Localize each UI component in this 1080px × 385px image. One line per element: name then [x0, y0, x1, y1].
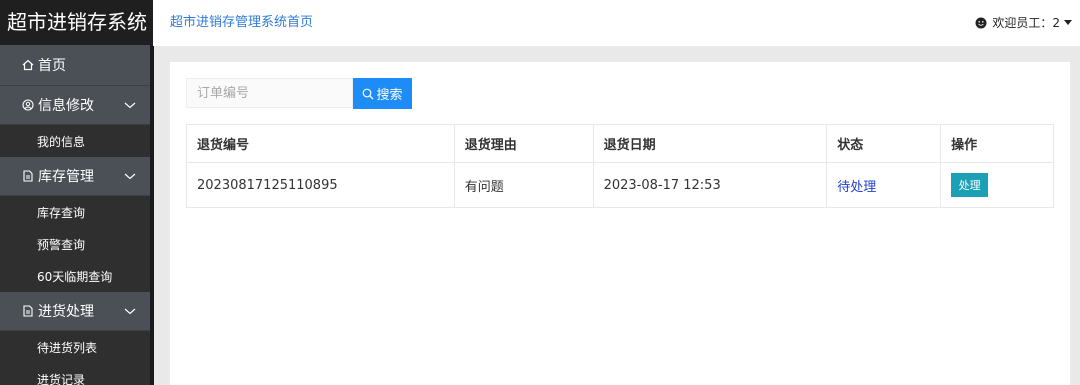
chevron-down-icon: [124, 308, 136, 315]
document-icon: [22, 170, 34, 182]
caret-down-icon: [1064, 19, 1072, 25]
sidebar-item-purchase-records[interactable]: 进货记录: [0, 363, 153, 385]
sidebar-item-stock-query[interactable]: 库存查询: [0, 196, 153, 228]
column-header-action: 操作: [940, 124, 1054, 163]
chevron-down-icon: [124, 102, 136, 109]
sidebar-group-label: 信息修改: [38, 98, 94, 114]
cell-return-id: 20230817125110895: [186, 162, 455, 208]
smiley-icon: [975, 17, 987, 28]
sidebar-item-expiry-query[interactable]: 60天临期查询: [0, 260, 153, 292]
sidebar-group-label: 进货处理: [38, 304, 94, 320]
cell-date: 2023-08-17 12:53: [592, 162, 828, 208]
column-header-date[interactable]: 退货日期: [592, 124, 828, 163]
app-brand: 超市进销存系统: [0, 0, 153, 45]
order-number-search-input[interactable]: [186, 78, 353, 108]
sidebar-group-inventory[interactable]: 库存管理: [0, 157, 153, 196]
process-button[interactable]: 处理: [951, 173, 989, 197]
sidebar-item-home[interactable]: 首页: [0, 45, 153, 86]
table-row: 20230817125110895 有问题 2023-08-17 12:53 待…: [186, 162, 1054, 208]
sidebar-item-pending-purchase[interactable]: 待进货列表: [0, 331, 153, 363]
column-header-return-id[interactable]: 退货编号: [186, 124, 455, 163]
main-card: 搜索 退货编号 退货理由 退货日期 状态 操作 2023081712511089…: [170, 62, 1070, 385]
sidebar-group-label: 库存管理: [38, 169, 94, 185]
table-header-row: 退货编号 退货理由 退货日期 状态 操作: [186, 124, 1054, 163]
cell-action: 处理: [940, 162, 1054, 208]
search-icon: [363, 88, 374, 99]
sidebar-item-my-info[interactable]: 我的信息: [0, 125, 153, 157]
sidebar-item-label: 首页: [38, 58, 66, 74]
user-greeting: 欢迎员工：2: [992, 16, 1060, 30]
search-button[interactable]: 搜索: [353, 78, 412, 109]
sidebar-item-alert-query[interactable]: 预警查询: [0, 228, 153, 260]
column-header-reason[interactable]: 退货理由: [453, 124, 594, 163]
home-icon: [22, 59, 34, 71]
user-menu[interactable]: 欢迎员工：2: [975, 14, 1072, 31]
column-header-status[interactable]: 状态: [826, 124, 942, 163]
document-icon: [22, 305, 34, 317]
page-title-link[interactable]: 超市进销存管理系统首页: [170, 11, 313, 30]
cell-reason: 有问题: [453, 162, 594, 208]
sidebar-group-info[interactable]: 信息修改: [0, 86, 153, 125]
sidebar: 超市进销存系统 首页 信息修改 我的信息 库存管理 库存查询 预警查询 60天临…: [0, 0, 153, 385]
user-circle-icon: [22, 99, 34, 111]
chevron-down-icon: [124, 173, 136, 180]
top-header: 超市进销存管理系统首页 欢迎员工：2: [153, 0, 1080, 46]
sidebar-scrollbar[interactable]: [150, 45, 154, 385]
returns-table: 退货编号 退货理由 退货日期 状态 操作 20230817125110895 有…: [186, 124, 1054, 208]
status-badge: 待处理: [826, 162, 942, 208]
sidebar-group-purchase[interactable]: 进货处理: [0, 292, 153, 331]
search-button-label: 搜索: [376, 88, 403, 103]
